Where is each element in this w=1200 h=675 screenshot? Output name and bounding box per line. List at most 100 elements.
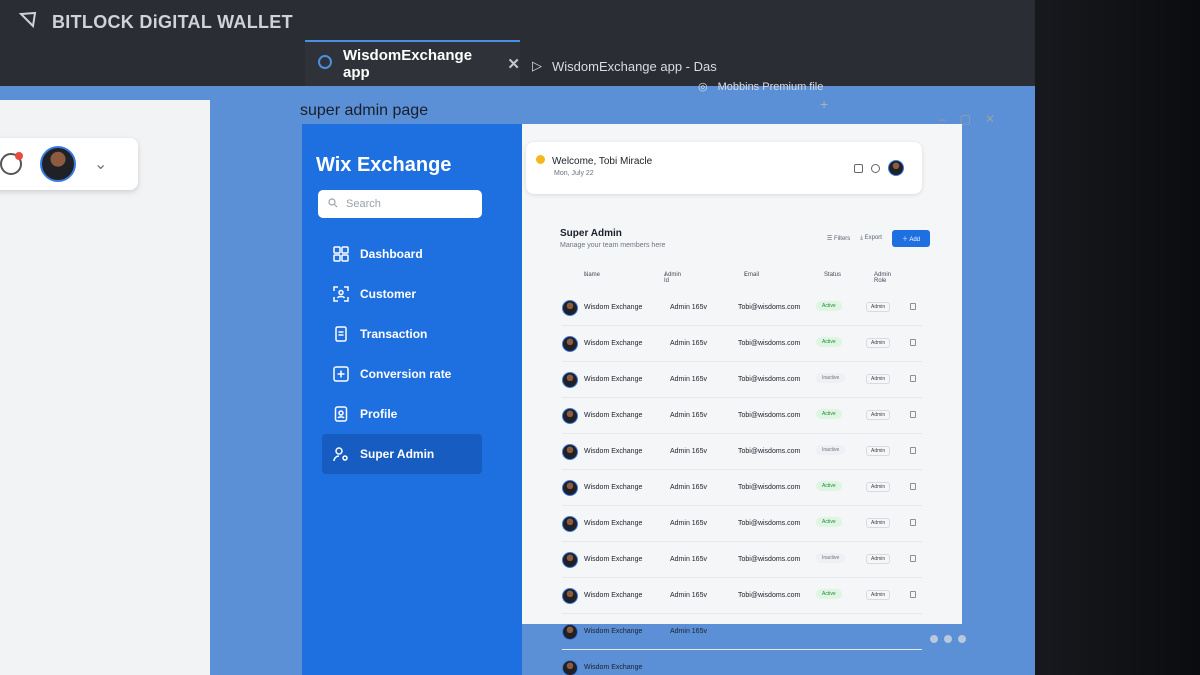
sidebar-item-conversion-rate[interactable]: Conversion rate [328,354,500,394]
bell-icon[interactable] [871,163,880,173]
admin-role-select[interactable]: Admin [866,302,891,312]
background-header-card: ⌄ [0,138,138,190]
delete-icon[interactable] [910,555,916,562]
status-cell: Active [816,337,842,347]
admin-name: Wisdom Exchange [584,448,643,455]
sidebar-item-label: Dashboard [360,247,423,261]
plus-square-icon [332,365,350,383]
volume-icon[interactable] [944,635,952,643]
table-row[interactable]: Wisdom Exchange Admin 165v Tobi@wisdoms.co… [562,578,922,614]
chevron-down-icon[interactable]: ⌄ [94,154,107,174]
browser-tabbar: BITLOCK DiGITAL WALLET WisdomExchange ap… [0,0,1035,112]
delete-icon[interactable] [910,411,916,418]
admin-role-select[interactable]: Admin [866,374,891,384]
close-icon[interactable]: ✕ [507,55,520,73]
tab-label: Mobbins Premium file [717,80,824,93]
table-row[interactable]: Wisdom Exchange Admin 165v Tobi@wisdoms.co… [562,326,922,362]
panel-subtitle: Manage your team members here [560,242,666,249]
column-header-name[interactable]: Name ↓ [584,272,600,278]
admin-role-select[interactable]: Admin [866,338,891,348]
sidebar-item-super-admin[interactable]: Super Admin [322,434,482,474]
admin-role-select[interactable]: Admin [866,518,891,528]
delete-icon[interactable] [910,591,916,598]
play-icon: ▷ [532,58,542,73]
admin-email: Tobi@wisdoms.com [738,304,801,311]
admin-name: Wisdom Exchange [584,376,643,383]
sidebar-item-profile[interactable]: Profile [328,394,500,434]
search-box[interactable]: Search [318,190,482,218]
tab-wisdomexchange-dashboard[interactable]: ▷ WisdomExchange app - Das [532,58,717,74]
column-header-email[interactable]: Email ↓ [744,272,759,278]
tab-label: WisdomExchange app [343,47,473,81]
avatar [562,300,578,316]
table-header: Name ↓ Admin Id ↓ Email ↓ Status Admin R… [584,272,892,284]
sidebar-item-transaction[interactable]: Transaction [328,314,500,354]
sidebar-item-label: Conversion rate [360,367,452,381]
export-button[interactable]: ⤓ Export [860,235,882,242]
table-row[interactable]: Wisdom Exchange Admin 165v Tobi@wisdoms.co… [562,470,922,506]
admin-name: Wisdom Exchange [584,304,643,311]
admin-name: Wisdom Exchange [584,664,643,671]
admin-role-select[interactable]: Admin [866,554,891,564]
welcome-text: Welcome, Tobi Miracle [552,156,653,167]
avatar [562,552,578,568]
admin-email: Tobi@wisdoms.com [738,592,801,599]
admin-role-select[interactable]: Admin [866,482,891,492]
delete-icon[interactable] [910,483,916,490]
sidebar: Wix Exchange Search Dashboard Customer T… [302,124,522,675]
delete-icon[interactable] [910,303,916,310]
delete-icon[interactable] [910,447,916,454]
avatar[interactable] [40,146,76,182]
sidebar-item-dashboard[interactable]: Dashboard [328,234,500,274]
tab-wisdomexchange-app[interactable]: WisdomExchange app ✕ [305,40,520,86]
delete-icon[interactable] [910,519,916,526]
table-row[interactable]: Wisdom Exchange Admin 165v Tobi@wisdoms.co… [562,290,922,326]
status-cell: Active [816,481,842,491]
sidebar-item-label: Profile [360,407,398,421]
admin-name: Wisdom Exchange [584,484,643,491]
delete-icon[interactable] [910,375,916,382]
admin-id: Admin 165v [670,412,707,419]
admin-email: Tobi@wisdoms.com [738,376,801,383]
tab-mobbins-premium[interactable]: ◎ Mobbins Premium file [698,80,824,94]
admin-name: Wisdom Exchange [584,412,643,419]
admin-id: Admin 165v [670,304,707,311]
status-cell: Active [816,517,842,527]
status-cell: Inactive [816,553,846,563]
table-row[interactable]: Wisdom Exchange Admin 165v Tobi@wisdoms.co… [562,542,922,578]
status-badge: Active [816,481,842,491]
add-admin-button[interactable]: ＋ Add [891,230,930,247]
new-tab-button[interactable]: + [820,96,828,112]
table-row[interactable]: Wisdom Exchange Admin 165v Tobi@wisdoms.co… [562,398,922,434]
column-header-admin-id[interactable]: Admin Id ↓ [664,272,681,284]
filter-icon: ☰ [826,236,834,242]
admin-role-select[interactable]: Admin [866,590,891,600]
admin-id: Admin 165v [670,448,707,455]
avatar[interactable] [888,160,904,176]
wifi-icon[interactable] [930,635,938,643]
table-row[interactable]: Wisdom Exchange Admin 165v Tobi@wisdoms.co… [562,506,922,542]
admin-role-select[interactable]: Admin [866,410,891,420]
delete-icon[interactable] [910,339,916,346]
sidebar-item-customer[interactable]: Customer [328,274,500,314]
admin-name: Wisdom Exchange [584,340,643,347]
table-row[interactable]: Wisdom Exchange Admin 165v Tobi@wisdoms.co… [562,434,922,470]
table-row[interactable]: Wisdom Exchange Admin 165v [562,614,922,650]
notification-bell-icon[interactable] [0,152,23,175]
status-badge: Active [816,409,842,419]
admin-id: Admin 165v [670,376,707,383]
status-badge: Inactive [816,373,846,383]
message-icon[interactable] [854,163,863,173]
avatar [562,372,578,388]
table-row[interactable]: Wisdom Exchange Admin 165v Tobi@wisdoms.co… [562,362,922,398]
battery-icon[interactable] [958,635,966,643]
search-input[interactable]: Search [346,198,381,210]
admin-role-select[interactable]: Admin [866,446,891,456]
user-gear-icon [332,445,350,463]
filters-button[interactable]: ☰ Filters [827,235,850,242]
admin-id: Admin 165v [670,484,707,491]
close-window-icon[interactable]: ✕ [985,112,995,126]
table-row[interactable]: Wisdom Exchange [562,650,922,675]
avatar [562,588,578,604]
status-badge: Active [816,589,842,599]
